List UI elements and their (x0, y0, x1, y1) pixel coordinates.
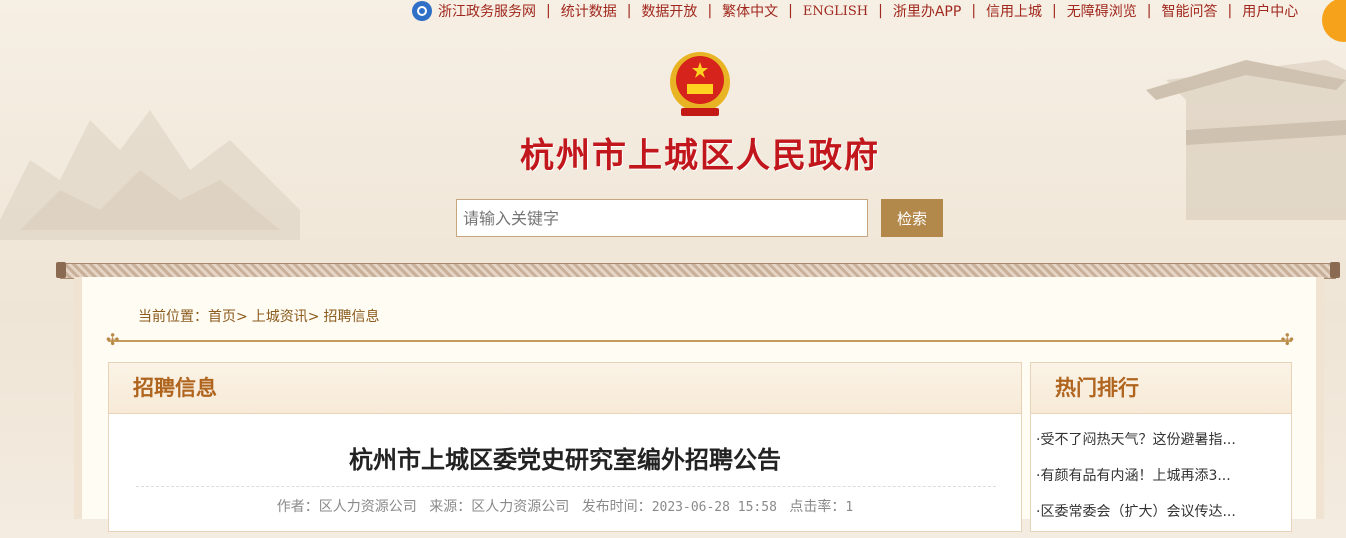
nav-smart-qa[interactable]: 智能问答 (1151, 1, 1227, 21)
clicks-label: 点击率： (789, 499, 846, 515)
search-button[interactable]: 检索 (881, 199, 943, 237)
site-title: 杭州市上城区人民政府 (520, 136, 880, 176)
clicks-value: 1 (845, 500, 854, 515)
nav-user-center[interactable]: 用户中心 (1232, 1, 1308, 21)
nav-zheliban-app[interactable]: 浙里办APP (883, 1, 971, 21)
hot-list-item[interactable]: ·有颜有品有内涵！上城再添3... (1036, 466, 1236, 502)
breadcrumb-home[interactable]: 首页> (208, 309, 248, 325)
nav-traditional-chinese[interactable]: 繁体中文 (712, 1, 788, 21)
hot-list: ·受不了闷热天气？这份避暑指... ·有颜有品有内涵！上城再添3... ·区委常… (1036, 430, 1236, 538)
pavilion-decoration (1146, 60, 1346, 220)
top-navigation: 浙江政务服务网 | 统计数据 | 数据开放 | 繁体中文 | ENGLISH | 浙里办A… (412, 0, 1308, 22)
search-input[interactable] (456, 199, 868, 237)
national-emblem-icon (670, 52, 730, 116)
author-value: 区人力资源公司 (318, 499, 417, 515)
hot-ranking-title: 热门排行 (1031, 363, 1291, 414)
breadcrumb-recruitment[interactable]: 招聘信息 (323, 309, 379, 325)
breadcrumb-prefix: 当前位置： (138, 309, 208, 325)
source-value: 区人力资源公司 (471, 499, 570, 515)
zhejiang-gov-logo-icon (412, 1, 432, 21)
nav-open-data[interactable]: 数据开放 (631, 1, 707, 21)
nav-english[interactable]: ENGLISH (793, 4, 878, 19)
nav-statistics[interactable]: 统计数据 (551, 1, 627, 21)
mountain-landscape-decoration (0, 110, 300, 240)
breadcrumb: 当前位置：首页> 上城资讯> 招聘信息 (138, 306, 383, 326)
author-label: 作者： (276, 499, 319, 515)
section-title: 招聘信息 (109, 363, 1021, 414)
nav-zhejiang-service[interactable]: 浙江政务服务网 (438, 1, 546, 21)
time-value: 2023-06-28 15:58 (651, 500, 777, 515)
breadcrumb-news[interactable]: 上城资讯> (252, 309, 320, 325)
nav-credit-shangcheng[interactable]: 信用上城 (976, 1, 1052, 21)
hot-list-item[interactable]: ·受不了闷热天气？这份避暑指... (1036, 430, 1236, 466)
meta-divider (136, 486, 996, 488)
ornamental-divider (106, 330, 1294, 349)
source-label: 来源： (429, 499, 472, 515)
article-title: 杭州市上城区委党史研究室编外招聘公告 (349, 446, 781, 474)
hot-list-item[interactable]: ·区委常委会（扩大）会议传达... (1036, 502, 1236, 538)
time-label: 发布时间： (581, 499, 652, 515)
article-meta: 作者：区人力资源公司 来源：区人力资源公司 发布时间：2023-06-28 15… (108, 496, 1022, 516)
nav-accessibility[interactable]: 无障碍浏览 (1057, 1, 1147, 21)
